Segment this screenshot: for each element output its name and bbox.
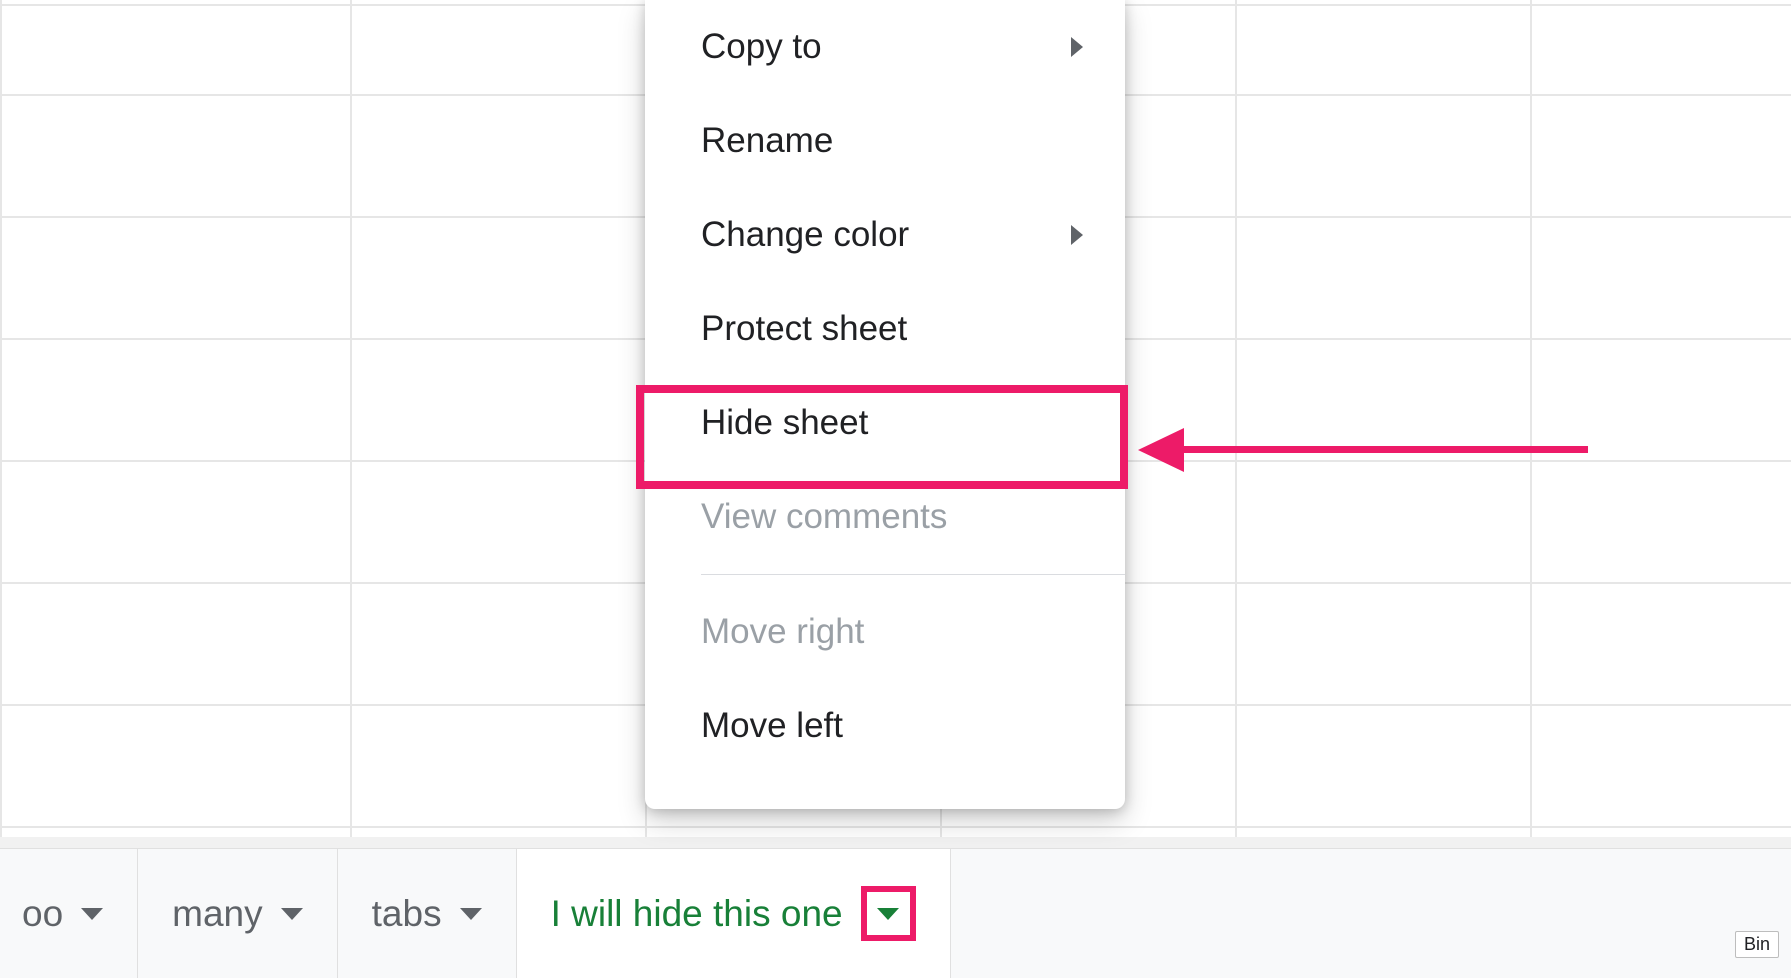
caret-down-icon[interactable] [81, 908, 103, 920]
menu-item-label: Move left [701, 706, 843, 746]
menu-item-label: Change color [701, 215, 909, 255]
sheet-tab-label: many [172, 893, 262, 935]
caret-down-icon[interactable] [281, 908, 303, 920]
menu-item-move-right: Move right [645, 585, 1125, 679]
sheet-tab-active[interactable]: I will hide this one [517, 849, 951, 978]
sheet-tab-many[interactable]: many [138, 849, 337, 978]
menu-divider [701, 574, 1125, 575]
grid-tabbar-separator [0, 837, 1791, 848]
sheet-tab-context-menu: Copy to Rename Change color Protect shee… [645, 0, 1125, 809]
menu-item-protect-sheet[interactable]: Protect sheet [645, 282, 1125, 376]
menu-item-label: Protect sheet [701, 309, 907, 349]
spreadsheet-app: Copy to Rename Change color Protect shee… [0, 0, 1791, 978]
menu-item-view-comments: View comments [645, 470, 1125, 564]
sheet-tab-label: tabs [372, 893, 442, 935]
menu-item-hide-sheet[interactable]: Hide sheet [645, 376, 1125, 470]
sheet-tab-label: I will hide this one [551, 893, 843, 935]
sheet-tab-oo[interactable]: oo [0, 849, 138, 978]
sheet-tab-tabs[interactable]: tabs [338, 849, 517, 978]
chevron-right-icon [1071, 37, 1083, 57]
menu-item-move-left[interactable]: Move left [645, 679, 1125, 773]
menu-item-label: Rename [701, 121, 833, 161]
chevron-right-icon [1071, 225, 1083, 245]
menu-item-label: Hide sheet [701, 403, 868, 443]
annotation-caret-highlight [861, 886, 916, 941]
menu-item-rename[interactable]: Rename [645, 94, 1125, 188]
corner-bin-label: Bin [1735, 931, 1779, 958]
menu-item-copy-to[interactable]: Copy to [645, 0, 1125, 94]
sheet-tab-label: oo [22, 893, 63, 935]
menu-item-label: View comments [701, 497, 947, 537]
menu-item-change-color[interactable]: Change color [645, 188, 1125, 282]
menu-item-label: Move right [701, 612, 864, 652]
sheet-tab-bar: oo many tabs I will hide this one [0, 848, 1791, 978]
caret-down-icon[interactable] [877, 908, 899, 920]
caret-down-icon[interactable] [460, 908, 482, 920]
menu-item-label: Copy to [701, 27, 822, 67]
